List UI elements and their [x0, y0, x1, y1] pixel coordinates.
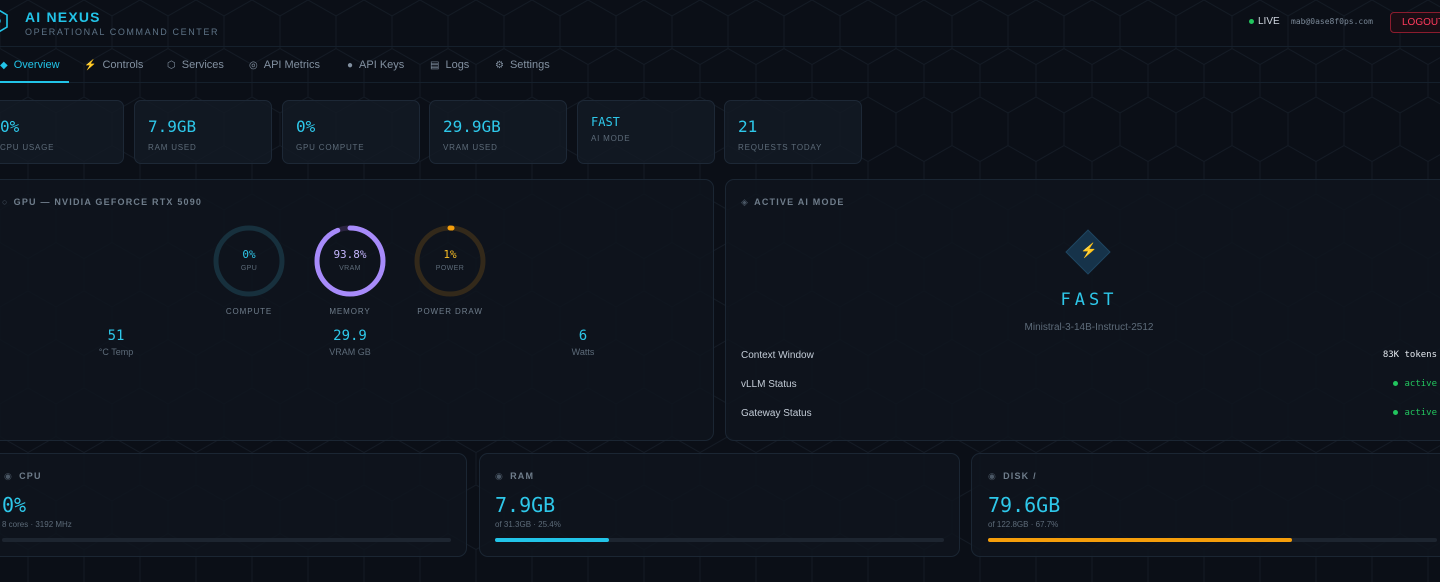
- ram-usage-bar: [495, 538, 944, 542]
- gear-icon: ⚙: [495, 60, 504, 71]
- live-status-dot: [1249, 19, 1254, 24]
- stat-card-cpu: 0% CPU USAGE: [0, 100, 124, 164]
- cpu-usage-bar: [2, 538, 451, 542]
- main-nav: ◆ Overview ⚡ Controls ⬡ Services ◎ API Metri…: [0, 48, 1440, 83]
- disk-resource-value: 79.6GB: [988, 493, 1061, 517]
- ram-resource-detail: of 31.3GB · 25.4%: [495, 520, 561, 529]
- disk-usage-bar: [988, 538, 1437, 542]
- stat-label: VRAM USED: [443, 143, 498, 152]
- stat-label: RAM USED: [148, 143, 197, 152]
- stat-card-ram: 7.9GB RAM USED: [134, 100, 272, 164]
- tab-api-keys[interactable]: ● API Keys: [347, 48, 404, 83]
- tab-overview[interactable]: ◆ Overview: [0, 48, 69, 83]
- gpu-watts-value: 6: [578, 328, 588, 344]
- vllm-status-label: vLLM Status: [741, 379, 797, 390]
- top-header: AI NEXUS OPERATIONAL COMMAND CENTER LIVE…: [0, 0, 1440, 47]
- gpu-temp-label: °C Temp: [98, 347, 134, 357]
- stat-value: 0%: [296, 117, 316, 136]
- bolt-icon: ⚡: [84, 60, 97, 71]
- cpu-icon: ◉: [4, 471, 14, 481]
- stat-label: REQUESTS TODAY: [738, 143, 823, 152]
- stat-value: 21: [738, 117, 758, 136]
- gpu-vram-label: VRAM GB: [329, 347, 371, 357]
- vllm-status-value: active: [1330, 379, 1437, 389]
- stat-value: 7.9GB: [148, 117, 197, 136]
- gauge-caption: MEMORY: [329, 307, 371, 316]
- disk-usage-bar-fill: [988, 538, 1292, 542]
- ai-mode-name: FAST: [1060, 290, 1118, 310]
- stat-card-ai-mode: FAST AI MODE: [577, 100, 715, 164]
- user-email: mab@0ase8f0ps.com: [1291, 17, 1373, 26]
- cpu-resource-detail: 8 cores · 3192 MHz: [2, 520, 72, 529]
- gpu-temp-value: 51: [107, 328, 125, 344]
- gpu-panel-title: ○ GPU — NVIDIA GEFORCE RTX 5090: [2, 197, 203, 207]
- disk-resource-title: ◉ DISK /: [988, 471, 1037, 481]
- gauge-ring: [213, 225, 285, 297]
- stat-card-gpu: 0% GPU COMPUTE: [282, 100, 420, 164]
- stat-label: AI MODE: [591, 134, 631, 143]
- context-window-value: 83K tokens: [1382, 350, 1437, 360]
- gauge-memory: 93.8% VRAM: [313, 224, 387, 298]
- gauge-compute: 0% GPU: [212, 224, 286, 298]
- list-icon: ▤: [430, 60, 440, 71]
- gauge-icon: ◎: [249, 60, 258, 71]
- bolt-icon: ⚡: [1080, 242, 1098, 258]
- ai-mode-panel-title: ◈ ACTIVE AI MODE: [741, 197, 845, 207]
- hexagon-icon: ⬡: [167, 60, 176, 71]
- stat-card-requests: 21 REQUESTS TODAY: [724, 100, 862, 164]
- tab-api-metrics[interactable]: ◎ API Metrics: [249, 48, 320, 83]
- gauge-sub-label: POWER: [435, 265, 465, 272]
- gauge-sub-label: VRAM: [339, 265, 361, 272]
- stat-value: FAST: [591, 115, 620, 129]
- app-title: AI NEXUS: [25, 9, 101, 25]
- app-subtitle: OPERATIONAL COMMAND CENTER: [25, 27, 220, 37]
- gauge-power: 1% POWER: [413, 224, 487, 298]
- stat-label: GPU COMPUTE: [296, 143, 365, 152]
- gpu-watts-label: Watts: [571, 347, 595, 357]
- key-icon: ●: [347, 60, 354, 71]
- ram-resource-title: ◉ RAM: [495, 471, 535, 481]
- gauge-value: 1%: [443, 248, 457, 261]
- cpu-resource-title: ◉ CPU: [4, 471, 42, 481]
- gauge-caption: POWER DRAW: [417, 307, 483, 316]
- stat-card-vram: 29.9GB VRAM USED: [429, 100, 567, 164]
- context-window-label: Context Window: [741, 350, 814, 361]
- ram-resource-value: 7.9GB: [495, 493, 556, 517]
- cpu-resource-value: 0%: [2, 493, 27, 517]
- gauge-sub-label: GPU: [240, 265, 258, 272]
- tab-controls[interactable]: ⚡ Controls: [84, 48, 143, 83]
- logo-icon: [0, 9, 8, 33]
- gauge-ring: [414, 225, 486, 297]
- logout-button[interactable]: LOGOUT: [1390, 12, 1440, 33]
- tab-logs[interactable]: ▤ Logs: [430, 48, 469, 83]
- status-dot-icon: [1393, 381, 1399, 386]
- status-dot-icon: [1393, 410, 1399, 415]
- memory-icon: ◉: [495, 471, 505, 481]
- ai-model-name: Ministral-3-14B-Instruct-2512: [1024, 322, 1154, 333]
- gauge-value: 0%: [242, 248, 256, 261]
- stat-value: 0%: [0, 117, 20, 136]
- gauge-arc: [314, 225, 386, 297]
- live-status-label: LIVE: [1258, 16, 1280, 27]
- gpu-vram-value: 29.9: [333, 328, 367, 344]
- disk-icon: ◉: [988, 471, 998, 481]
- gauge-caption: COMPUTE: [225, 307, 273, 316]
- stat-value: 29.9GB: [443, 117, 501, 136]
- ram-usage-bar-fill: [495, 538, 610, 542]
- disk-resource-detail: of 122.8GB · 67.7%: [988, 520, 1059, 529]
- gateway-status-value: active: [1330, 408, 1437, 418]
- gateway-status-label: Gateway Status: [741, 408, 812, 419]
- ai-mode-panel: [725, 179, 1440, 441]
- stat-label: CPU USAGE: [0, 143, 55, 152]
- tab-services[interactable]: ⬡ Services: [167, 48, 224, 83]
- diamond-icon: ◈: [741, 197, 750, 207]
- circle-icon: ○: [2, 197, 9, 207]
- gauge-value: 93.8%: [333, 248, 367, 261]
- gauge-ring: [314, 225, 386, 297]
- diamond-icon: ◆: [0, 60, 8, 71]
- tab-settings[interactable]: ⚙ Settings: [495, 48, 550, 83]
